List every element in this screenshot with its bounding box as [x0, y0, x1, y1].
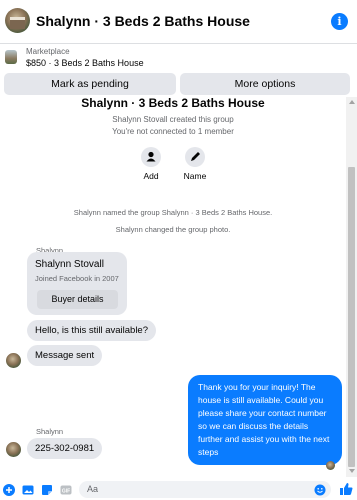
chat-title[interactable]: Shalynn · 3 Beds 2 Baths House: [36, 13, 250, 29]
info-icon[interactable]: i: [331, 13, 348, 30]
like-icon[interactable]: [339, 482, 353, 496]
sticker-icon[interactable]: [41, 483, 53, 495]
buyer-details-button[interactable]: Buyer details: [37, 290, 118, 309]
message-composer: GIF Aa: [0, 479, 357, 500]
add-label: Add: [143, 171, 159, 181]
message-bubble[interactable]: Hello, is this still available?: [27, 320, 156, 341]
add-person-icon: [141, 147, 161, 167]
system-message-named: Shalynn named the group Shalynn · 3 Beds…: [73, 208, 273, 217]
system-message-photo: Shalynn changed the group photo.: [115, 225, 231, 234]
more-options-button[interactable]: More options: [180, 73, 350, 95]
sender-avatar: [6, 442, 21, 457]
image-icon[interactable]: [22, 483, 34, 495]
emoji-icon[interactable]: [314, 483, 326, 496]
message-input[interactable]: Aa: [79, 481, 331, 498]
listing-price-title: $850 · 3 Beds 2 Baths House: [26, 58, 144, 68]
chat-scrollbar[interactable]: [346, 97, 357, 477]
outgoing-message-bubble[interactable]: Thank you for your inquiry! The house is…: [188, 375, 342, 465]
group-title: Shalynn · 3 Beds 2 Baths House: [81, 97, 265, 110]
mark-as-pending-button[interactable]: Mark as pending: [4, 73, 176, 95]
name-group-action[interactable]: Name: [175, 147, 215, 181]
sender-avatar: [6, 353, 21, 368]
scrollbar-thumb[interactable]: [348, 167, 355, 467]
message-bubble[interactable]: Message sent: [27, 345, 103, 366]
connection-text: You're not connected to 1 member: [112, 127, 234, 136]
plus-icon[interactable]: [3, 483, 15, 496]
marketplace-label: Marketplace: [26, 47, 70, 56]
message-list[interactable]: Shalynn · 3 Beds 2 Baths House Shalynn S…: [0, 97, 346, 477]
message-bubble[interactable]: 225-302-0981: [27, 438, 103, 459]
profile-card-name: Shalynn Stovall: [35, 259, 104, 270]
profile-card: Shalynn Stovall Joined Facebook in 2007 …: [27, 252, 127, 315]
marketplace-listing[interactable]: Marketplace $850 · 3 Beds 2 Baths House: [0, 44, 357, 72]
scroll-up-icon[interactable]: [349, 100, 355, 104]
group-created-text: Shalynn Stovall created this group: [112, 115, 234, 124]
group-avatar[interactable]: [5, 8, 30, 33]
svg-text:GIF: GIF: [62, 488, 70, 494]
add-member-action[interactable]: Add: [131, 147, 171, 181]
name-label: Name: [183, 171, 207, 181]
chat-header: Shalynn · 3 Beds 2 Baths House i: [0, 0, 357, 44]
gif-icon[interactable]: GIF: [60, 483, 72, 495]
profile-card-joined: Joined Facebook in 2007: [35, 274, 119, 283]
pencil-icon: [185, 147, 205, 167]
message-input-placeholder: Aa: [87, 484, 99, 494]
sender-name: Shalynn: [36, 427, 64, 436]
read-receipt-avatar: [326, 461, 335, 470]
listing-thumbnail: [5, 50, 17, 64]
scroll-down-icon[interactable]: [349, 469, 355, 473]
